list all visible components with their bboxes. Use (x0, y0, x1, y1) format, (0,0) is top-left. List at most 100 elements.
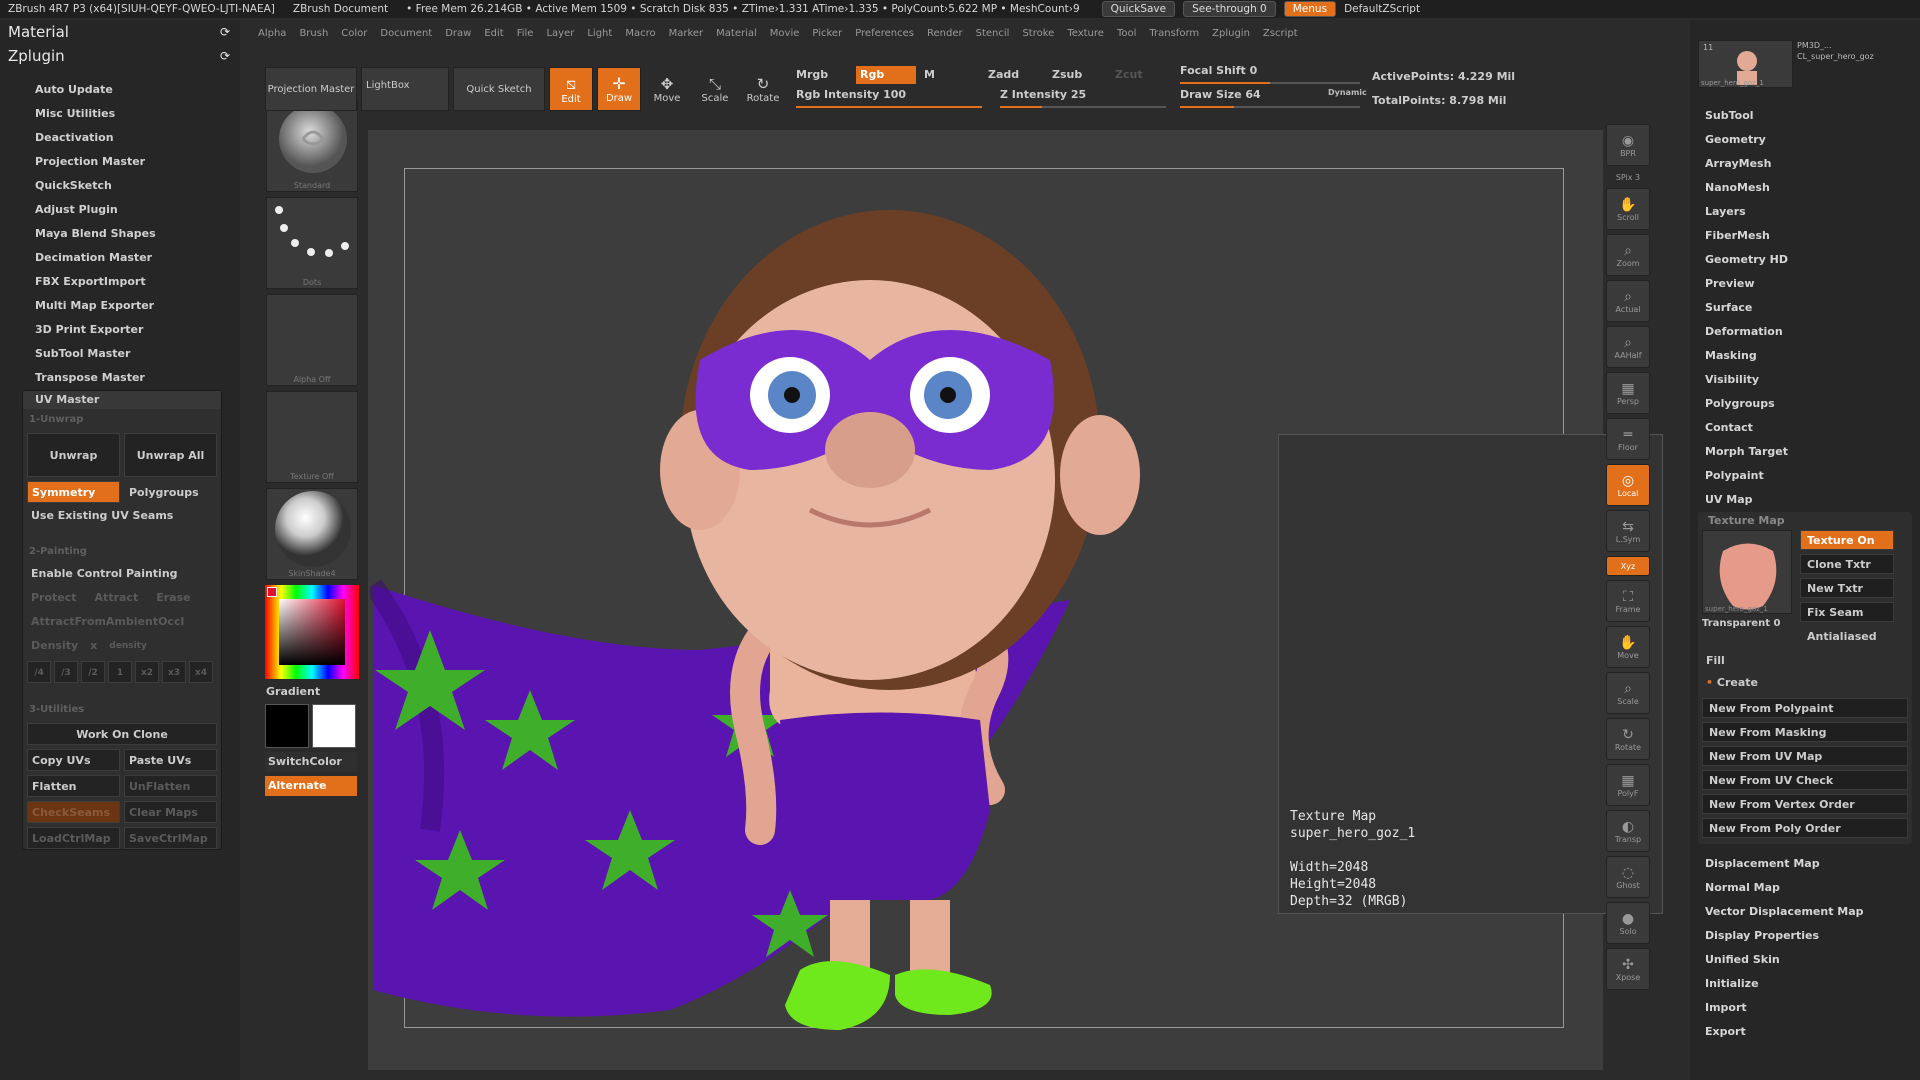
plugin-misc-utilities[interactable]: Misc Utilities (0, 102, 240, 126)
menu-zplugin[interactable]: Zplugin (1212, 28, 1250, 39)
plugin-fbx-exportimport[interactable]: FBX ExportImport (0, 270, 240, 294)
m-toggle[interactable]: M (924, 68, 935, 81)
tool-thumb-2[interactable]: CL_super_hero_goz (1797, 51, 1874, 62)
shelf-actual-button[interactable]: ⌕ Actual (1606, 280, 1650, 322)
mrgb-toggle[interactable]: Mrgb (796, 68, 828, 81)
menu-zscript[interactable]: Zscript (1263, 28, 1298, 39)
plugin-multi-map-exporter[interactable]: Multi Map Exporter (0, 294, 240, 318)
plugin-deactivation[interactable]: Deactivation (0, 126, 240, 150)
subpalette-preview[interactable]: Preview (1690, 272, 1920, 296)
subpalette-nanomesh[interactable]: NanoMesh (1690, 176, 1920, 200)
shelf-scale-button[interactable]: ⌕ Scale (1606, 672, 1650, 714)
lightbox-button[interactable]: LightBox (361, 67, 449, 111)
unwrap-all-button[interactable]: Unwrap All (124, 433, 217, 477)
shelf-l-sym-button[interactable]: ⇆ L.Sym (1606, 510, 1650, 552)
texture-selector[interactable]: Texture Off (266, 391, 358, 483)
attract-button[interactable]: Attract (95, 587, 139, 609)
zsub-toggle[interactable]: Zsub (1052, 68, 1082, 81)
new-from-uv-check-button[interactable]: New From UV Check (1702, 770, 1908, 790)
new-txtr-button[interactable]: New Txtr (1800, 578, 1894, 598)
subpalette-masking[interactable]: Masking (1690, 344, 1920, 368)
polygroups-toggle[interactable]: Polygroups (124, 481, 217, 503)
menu-layer[interactable]: Layer (546, 28, 574, 39)
new-from-polypaint-button[interactable]: New From Polypaint (1702, 698, 1908, 718)
shelf-persp-button[interactable]: ▦ Persp (1606, 372, 1650, 414)
shelf-xpose-button[interactable]: ✣ Xpose (1606, 948, 1650, 990)
shelf-frame-button[interactable]: ⛶ Frame (1606, 580, 1650, 622)
menu-draw[interactable]: Draw (445, 28, 471, 39)
symmetry-toggle[interactable]: Symmetry (27, 481, 120, 503)
rgb-intensity-slider[interactable]: Rgb Intensity 100 (796, 88, 982, 108)
menu-movie[interactable]: Movie (770, 28, 800, 39)
check-seams-button[interactable]: CheckSeams (27, 801, 120, 823)
rotate-mode-button[interactable]: ↻ Rotate (741, 67, 785, 111)
subpalette-geometry-hd[interactable]: Geometry HD (1690, 248, 1920, 272)
subpalette-polygroups[interactable]: Polygroups (1690, 392, 1920, 416)
menu-light[interactable]: Light (587, 28, 612, 39)
dynamic-toggle[interactable]: Dynamic (1328, 88, 1367, 97)
menus-button[interactable]: Menus (1283, 1, 1337, 17)
shelf-zoom-button[interactable]: ⌕ Zoom (1606, 234, 1650, 276)
subpalette-vector-displacement-map[interactable]: Vector Displacement Map (1690, 900, 1920, 924)
refresh-icon[interactable]: ⟳ (220, 49, 230, 63)
shelf-solo-button[interactable]: ● Solo (1606, 902, 1650, 944)
subpalette-deformation[interactable]: Deformation (1690, 320, 1920, 344)
default-zscript-button[interactable]: DefaultZScript (1344, 3, 1420, 15)
plugin-projection-master[interactable]: Projection Master (0, 150, 240, 174)
subpalette-surface[interactable]: Surface (1690, 296, 1920, 320)
alternate-toggle[interactable]: Alternate (265, 776, 357, 796)
shelf-spix-3-button[interactable]: SPix 3 (1606, 170, 1650, 184)
plugin-3d-print-exporter[interactable]: 3D Print Exporter (0, 318, 240, 342)
menu-document[interactable]: Document (380, 28, 432, 39)
secondary-color-swatch[interactable] (312, 704, 356, 748)
material-selector[interactable]: SkinShade4 (266, 488, 358, 580)
subpalette-geometry[interactable]: Geometry (1690, 128, 1920, 152)
subpalette-visibility[interactable]: Visibility (1690, 368, 1920, 392)
shelf-scroll-button[interactable]: ✋ Scroll (1606, 188, 1650, 230)
subpalette-unified-skin[interactable]: Unified Skin (1690, 948, 1920, 972)
shelf-ghost-button[interactable]: ◌ Ghost (1606, 856, 1650, 898)
menu-brush[interactable]: Brush (299, 28, 328, 39)
scale-mode-button[interactable]: ⤡ Scale (693, 67, 737, 111)
subpalette-contact[interactable]: Contact (1690, 416, 1920, 440)
gradient-label[interactable]: Gradient (266, 685, 362, 698)
shelf-rotate-button[interactable]: ↻ Rotate (1606, 718, 1650, 760)
plugin-adjust-plugin[interactable]: Adjust Plugin (0, 198, 240, 222)
subpalette-displacement-map[interactable]: Displacement Map (1690, 852, 1920, 876)
plugin-auto-update[interactable]: Auto Update (0, 78, 240, 102)
subpalette-export[interactable]: Export (1690, 1020, 1920, 1044)
plugin-subtool-master[interactable]: SubTool Master (0, 342, 240, 366)
subpalette-arraymesh[interactable]: ArrayMesh (1690, 152, 1920, 176)
uv-master-title[interactable]: UV Master (23, 391, 221, 409)
fix-seam-button[interactable]: Fix Seam (1800, 602, 1894, 622)
shelf-bpr-button[interactable]: ◉ BPR (1606, 124, 1650, 166)
material-palette-header[interactable]: Material ⟳ (0, 20, 240, 44)
plugin-maya-blend-shapes[interactable]: Maya Blend Shapes (0, 222, 240, 246)
flatten-button[interactable]: Flatten (27, 775, 120, 797)
subpalette-layers[interactable]: Layers (1690, 200, 1920, 224)
transparent-slider[interactable]: Transparent 0 (1702, 618, 1794, 629)
see-through-slider[interactable]: See-through 0 (1183, 1, 1276, 17)
quick-sketch-button[interactable]: Quick Sketch (453, 67, 545, 111)
shelf-floor-button[interactable]: ═ Floor (1606, 418, 1650, 460)
enable-control-painting-toggle[interactable]: Enable Control Painting (23, 563, 221, 585)
density-button-1[interactable]: 1 (108, 661, 132, 683)
subpalette-display-properties[interactable]: Display Properties (1690, 924, 1920, 948)
use-existing-seams-toggle[interactable]: Use Existing UV Seams (23, 505, 221, 527)
fill-button[interactable]: Fill (1702, 650, 1908, 672)
main-color-swatch[interactable] (265, 704, 309, 748)
menu-file[interactable]: File (517, 28, 534, 39)
protect-button[interactable]: Protect (31, 587, 77, 609)
erase-button[interactable]: Erase (156, 587, 190, 609)
menu-macro[interactable]: Macro (625, 28, 655, 39)
load-ctrl-map-button[interactable]: LoadCtrlMap (27, 827, 120, 849)
texture-map-title[interactable]: Texture Map (1702, 514, 1908, 530)
plugin-transpose-master[interactable]: Transpose Master (0, 366, 240, 390)
work-on-clone-button[interactable]: Work On Clone (27, 723, 217, 745)
shelf-xyz-button[interactable]: Xyz (1606, 556, 1650, 576)
copy-uvs-button[interactable]: Copy UVs (27, 749, 120, 771)
shelf-polyf-button[interactable]: ▦ PolyF (1606, 764, 1650, 806)
refresh-icon[interactable]: ⟳ (220, 25, 230, 39)
quicksave-button[interactable]: QuickSave (1101, 1, 1176, 17)
attract-from-ao-button[interactable]: AttractFromAmbientOccl (23, 611, 221, 633)
